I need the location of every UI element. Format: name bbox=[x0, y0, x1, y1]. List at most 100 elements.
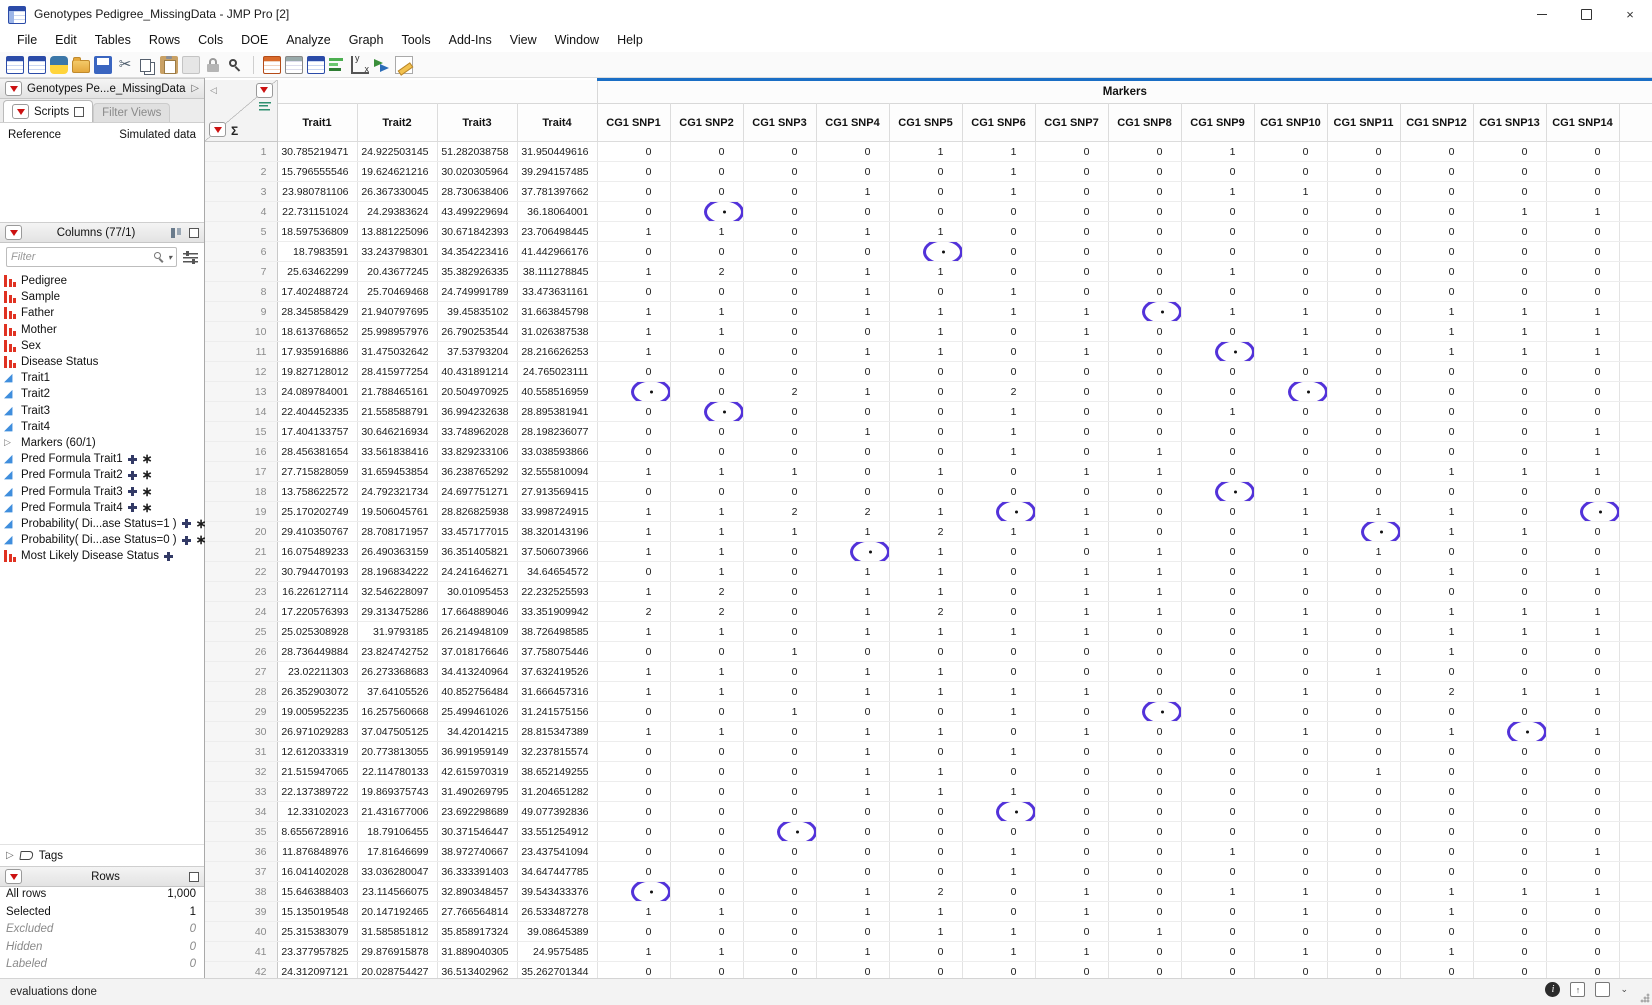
snp-cell[interactable]: 0 bbox=[1035, 242, 1108, 262]
trait-cell[interactable]: 15.796555546 bbox=[277, 162, 357, 182]
snp-cell[interactable]: 1 bbox=[597, 722, 670, 742]
snp-cell[interactable]: 1 bbox=[597, 322, 670, 342]
snp-cell[interactable]: 1 bbox=[670, 682, 743, 702]
snp-cell[interactable]: 0 bbox=[743, 342, 816, 362]
snp-cell[interactable]: 0 bbox=[1254, 782, 1327, 802]
snp-cell[interactable]: 0 bbox=[1254, 582, 1327, 602]
snp-cell[interactable]: 0 bbox=[1327, 322, 1400, 342]
row-number-cell[interactable]: 29 bbox=[205, 702, 277, 722]
snp-cell[interactable]: 0 bbox=[962, 882, 1035, 902]
row-number-cell[interactable]: 28 bbox=[205, 682, 277, 702]
snp-cell[interactable]: 0 bbox=[670, 742, 743, 762]
snp-cell[interactable]: 0 bbox=[743, 162, 816, 182]
snp-cell[interactable]: 0 bbox=[670, 782, 743, 802]
snp-cell[interactable]: 1 bbox=[962, 682, 1035, 702]
column-item-sex[interactable]: Sex bbox=[0, 338, 204, 354]
snp-cell[interactable]: 0 bbox=[743, 222, 816, 242]
snp-cell[interactable]: 0 bbox=[1181, 422, 1254, 442]
snp-cell[interactable]: 0 bbox=[1254, 462, 1327, 482]
snp-cell[interactable]: 0 bbox=[1181, 782, 1254, 802]
snp-cell[interactable]: 1 bbox=[816, 422, 889, 442]
snp-cell[interactable]: 1 bbox=[1108, 442, 1181, 462]
snp-cell[interactable]: 0 bbox=[597, 802, 670, 822]
snp-cell[interactable]: 0 bbox=[1546, 542, 1619, 562]
trait-cell[interactable]: 28.198236077 bbox=[517, 422, 597, 442]
snp-cell[interactable]: 1 bbox=[1400, 642, 1473, 662]
snp-cell[interactable]: 0 bbox=[1400, 182, 1473, 202]
column-header-cg1-snp9[interactable]: CG1 SNP9 bbox=[1181, 104, 1254, 142]
snp-cell[interactable]: 0 bbox=[816, 162, 889, 182]
trait-cell[interactable]: 33.036280047 bbox=[357, 862, 437, 882]
trait-cell[interactable]: 33.473631161 bbox=[517, 282, 597, 302]
snp-cell[interactable]: 0 bbox=[889, 382, 962, 402]
snp-cell[interactable]: 1 bbox=[962, 942, 1035, 962]
snp-cell[interactable]: 1 bbox=[889, 682, 962, 702]
snp-cell[interactable]: 0 bbox=[889, 742, 962, 762]
trait-cell[interactable]: 36.333391403 bbox=[437, 862, 517, 882]
snp-cell[interactable]: 0 bbox=[1035, 702, 1108, 722]
snp-cell[interactable]: 1 bbox=[1327, 762, 1400, 782]
snp-cell[interactable]: 0 bbox=[1546, 742, 1619, 762]
trait-cell[interactable]: 23.377957825 bbox=[277, 942, 357, 962]
row-number-cell[interactable]: 15 bbox=[205, 422, 277, 442]
snp-cell[interactable]: 2 bbox=[743, 382, 816, 402]
snp-cell[interactable]: 0 bbox=[889, 962, 962, 979]
snp-cell[interactable]: 0 bbox=[889, 282, 962, 302]
snp-cell[interactable]: 1 bbox=[816, 762, 889, 782]
snp-cell[interactable]: 0 bbox=[1181, 742, 1254, 762]
trait-cell[interactable]: 32.890348457 bbox=[437, 882, 517, 902]
column-header-cg1-snp5[interactable]: CG1 SNP5 bbox=[889, 104, 962, 142]
snp-cell[interactable]: 1 bbox=[889, 462, 962, 482]
snp-cell[interactable]: 0 bbox=[962, 602, 1035, 622]
snp-cell[interactable]: 1 bbox=[597, 622, 670, 642]
row-number-cell[interactable]: 39 bbox=[205, 902, 277, 922]
snp-cell[interactable]: 0 bbox=[1108, 362, 1181, 382]
trait-cell[interactable]: 31.490269795 bbox=[437, 782, 517, 802]
trait-cell[interactable]: 12.612033319 bbox=[277, 742, 357, 762]
snp-cell[interactable]: 0 bbox=[1473, 182, 1546, 202]
row-number-cell[interactable]: 13 bbox=[205, 382, 277, 402]
snp-cell[interactable]: 2 bbox=[1400, 682, 1473, 702]
snp-cell[interactable]: 0 bbox=[1400, 402, 1473, 422]
snp-cell[interactable]: 0 bbox=[1327, 682, 1400, 702]
trait-cell[interactable]: 25.315383079 bbox=[277, 922, 357, 942]
snp-cell[interactable]: 0 bbox=[1181, 442, 1254, 462]
trait-cell[interactable]: 12.33102023 bbox=[277, 802, 357, 822]
snp-cell[interactable]: 0 bbox=[1327, 442, 1400, 462]
snp-cell[interactable]: 0 bbox=[670, 162, 743, 182]
close-button[interactable]: × bbox=[1608, 0, 1652, 28]
trait-cell[interactable]: 20.028754427 bbox=[357, 962, 437, 979]
snp-cell[interactable]: 1 bbox=[743, 462, 816, 482]
column-header-cg1-snp6[interactable]: CG1 SNP6 bbox=[962, 104, 1035, 142]
snp-cell[interactable]: 0 bbox=[1473, 822, 1546, 842]
tags-expander-icon[interactable]: ▷ bbox=[6, 850, 14, 861]
column-header-cg1-snp10[interactable]: CG1 SNP10 bbox=[1254, 104, 1327, 142]
trait-cell[interactable]: 23.824742752 bbox=[357, 642, 437, 662]
snp-cell[interactable]: 2 bbox=[670, 602, 743, 622]
snp-cell[interactable]: 1 bbox=[743, 702, 816, 722]
snp-cell[interactable]: 0 bbox=[1108, 382, 1181, 402]
snp-cell[interactable]: 1 bbox=[1108, 462, 1181, 482]
row-number-cell[interactable]: 9 bbox=[205, 302, 277, 322]
snp-cell[interactable]: 1 bbox=[1400, 562, 1473, 582]
snp-cell[interactable]: 0 bbox=[1181, 642, 1254, 662]
column-header-cg1-snp4[interactable]: CG1 SNP4 bbox=[816, 104, 889, 142]
snp-cell[interactable]: 1 bbox=[816, 622, 889, 642]
column-header-cg1-snp11[interactable]: CG1 SNP11 bbox=[1327, 104, 1400, 142]
trait-cell[interactable]: 8.6556728916 bbox=[277, 822, 357, 842]
snp-cell[interactable]: 0 bbox=[1327, 722, 1400, 742]
snp-cell[interactable]: 1 bbox=[962, 402, 1035, 422]
snp-cell[interactable]: 0 bbox=[1327, 302, 1400, 322]
row-number-cell[interactable]: 23 bbox=[205, 582, 277, 602]
snp-cell[interactable]: 1 bbox=[1473, 882, 1546, 902]
snp-cell[interactable]: 0 bbox=[743, 722, 816, 742]
snp-cell[interactable]: 0 bbox=[1546, 642, 1619, 662]
snp-cell[interactable]: 0 bbox=[1254, 142, 1327, 162]
split-table-icon[interactable] bbox=[307, 56, 325, 74]
column-item-most-likely-disease-status[interactable]: Most Likely Disease Status bbox=[0, 548, 204, 564]
snp-cell[interactable]: 0 bbox=[1108, 762, 1181, 782]
snp-cell[interactable]: 1 bbox=[1181, 882, 1254, 902]
menu-item-window[interactable]: Window bbox=[546, 30, 608, 50]
snp-cell[interactable]: 1 bbox=[597, 342, 670, 362]
snp-cell[interactable]: 0 bbox=[1035, 962, 1108, 979]
